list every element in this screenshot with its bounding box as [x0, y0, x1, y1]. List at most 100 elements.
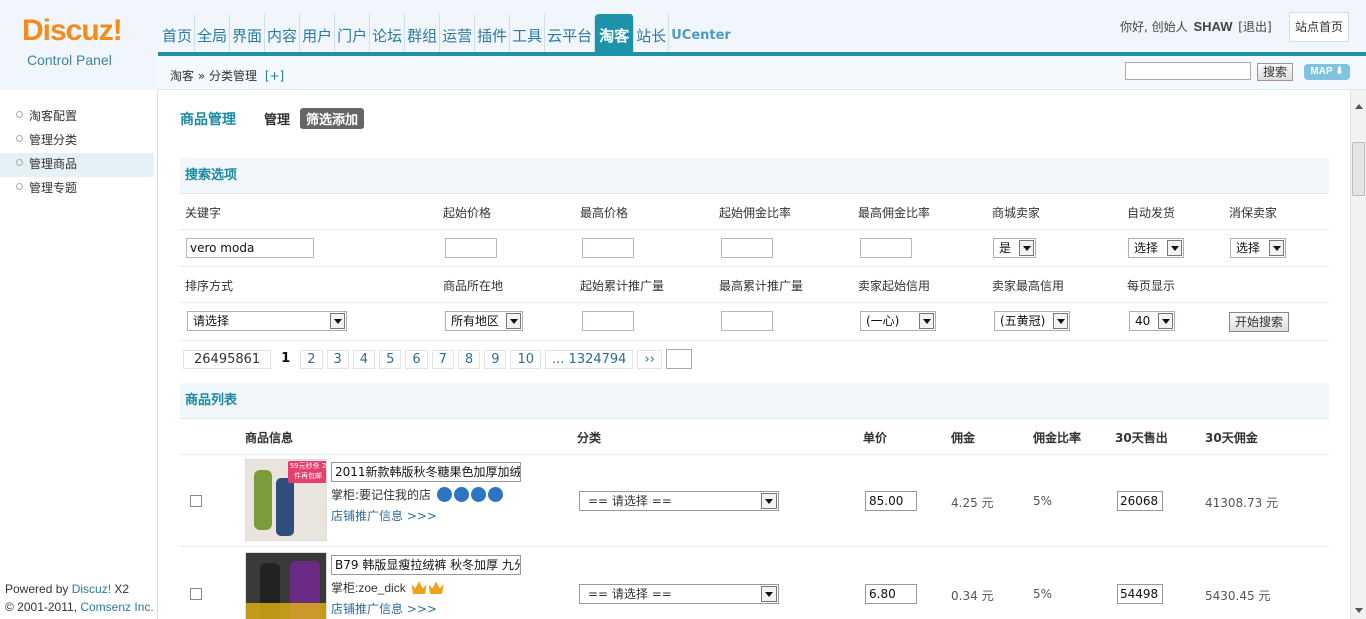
logout-link[interactable]: [退出]: [1238, 20, 1271, 34]
per-page-select[interactable]: 40: [1129, 311, 1175, 331]
category-select[interactable]: == 请选择 ==: [579, 491, 779, 511]
consumer-protect-select[interactable]: 选择: [1230, 238, 1286, 258]
category-value: == 请选择 ==: [588, 587, 672, 601]
mall-seller-select[interactable]: 是: [993, 238, 1036, 258]
nav-global[interactable]: 全局: [195, 14, 231, 52]
sidebar-item-taoke-config[interactable]: 淘客配置: [0, 105, 154, 129]
shop-promo-link[interactable]: 店铺推广信息 >>>: [331, 600, 437, 617]
filter-inputs-row-1: vero moda 是 选择 选择: [180, 230, 1329, 267]
col-30d-commission: 30天佣金: [1205, 431, 1258, 445]
site-home-button[interactable]: 站点首页: [1289, 12, 1349, 42]
chevron-down-icon: [761, 586, 777, 602]
min-price-input[interactable]: [445, 238, 497, 258]
sidebar-item-manage-topics[interactable]: 管理专题: [0, 177, 154, 201]
username: SHAW: [1193, 19, 1233, 34]
min-credit-select[interactable]: (一心): [860, 311, 936, 331]
sidebar-item-manage-products[interactable]: 管理商品: [0, 153, 154, 177]
page-last[interactable]: ... 1324794: [545, 349, 634, 369]
start-search-button[interactable]: 开始搜索: [1229, 312, 1289, 332]
min-promo-input[interactable]: [582, 311, 634, 331]
product-figure: [276, 478, 294, 536]
nav-webmaster[interactable]: 站长: [634, 14, 670, 52]
col-product-info: 商品信息: [245, 431, 294, 445]
nav-taoke[interactable]: 淘客: [595, 14, 635, 52]
tab-filter-add[interactable]: 筛选添加: [300, 108, 365, 129]
page-tabs: 商品管理 管理 筛选添加: [180, 108, 365, 129]
vertical-scrollbar[interactable]: [1350, 90, 1366, 619]
logo-subtitle: Control Panel: [27, 52, 112, 68]
page-link[interactable]: 9: [484, 349, 507, 369]
page-jump-input[interactable]: [665, 349, 692, 369]
label-max-promo: 最高累计推广量: [719, 279, 804, 293]
nav-users[interactable]: 用户: [300, 14, 336, 52]
chevron-down-icon: [1053, 313, 1068, 329]
shop-name: 掌柜:要记住我的店: [331, 488, 432, 502]
side-menu: 淘客配置 管理分类 管理商品 管理专题: [0, 105, 154, 201]
nav-interface[interactable]: 界面: [230, 14, 266, 52]
page-link[interactable]: 6: [405, 349, 428, 369]
add-shortcut-link[interactable]: [+]: [265, 69, 284, 83]
nav-portal[interactable]: 门户: [335, 14, 371, 52]
sidebar-item-manage-categories[interactable]: 管理分类: [0, 129, 154, 153]
col-30d-sold: 30天售出: [1115, 431, 1168, 445]
nav-plugins[interactable]: 插件: [475, 14, 511, 52]
search-input[interactable]: [1125, 62, 1251, 80]
page-link[interactable]: 4: [352, 349, 376, 369]
commission-rate-value: 5%: [1033, 494, 1053, 508]
nav-operations[interactable]: 运营: [440, 14, 476, 52]
row-checkbox[interactable]: [190, 588, 202, 600]
sidebar: 淘客配置 管理分类 管理商品 管理专题 Powered by Discuz! X…: [0, 90, 158, 619]
commission-value: 0.34 元: [951, 589, 994, 603]
page-link[interactable]: 5: [379, 349, 402, 369]
location-select[interactable]: 所有地区: [445, 311, 523, 331]
page-link[interactable]: 10: [510, 349, 542, 369]
page-link[interactable]: 2: [300, 349, 323, 369]
price-input[interactable]: 6.80: [865, 584, 917, 604]
max-credit-value: (五黄冠): [1000, 314, 1046, 328]
max-commission-rate-input[interactable]: [860, 238, 912, 258]
page-next[interactable]: ››: [637, 349, 662, 369]
product-title-input[interactable]: 2011新款韩版秋冬糖果色加厚加绒: [331, 462, 521, 482]
max-price-input[interactable]: [582, 238, 634, 258]
scroll-thumb[interactable]: [1352, 142, 1365, 196]
scroll-up-icon[interactable]: [1355, 104, 1363, 109]
map-button[interactable]: MAP ⬇: [1304, 64, 1350, 80]
nav-cloud[interactable]: 云平台: [545, 14, 596, 52]
powered-by: Powered by Discuz! X2 © 2001-2011, Comse…: [5, 580, 154, 616]
nav-forum[interactable]: 论坛: [370, 14, 406, 52]
nav-ucenter[interactable]: UCenter: [669, 14, 733, 52]
shop-promo-link[interactable]: 店铺推广信息 >>>: [331, 507, 437, 524]
sold-input[interactable]: 54498: [1117, 584, 1163, 604]
tab-manage[interactable]: 管理: [264, 109, 290, 128]
category-select[interactable]: == 请选择 ==: [579, 584, 779, 604]
max-credit-select[interactable]: (五黄冠): [994, 311, 1070, 331]
page-link[interactable]: 7: [431, 349, 454, 369]
row-checkbox[interactable]: [190, 495, 202, 507]
nav-groups[interactable]: 群组: [405, 14, 441, 52]
product-thumbnail[interactable]: 59元秒杀 2件再包邮: [245, 459, 327, 541]
discuz-link[interactable]: Discuz!: [72, 582, 111, 596]
chevron-down-icon: [1019, 240, 1034, 256]
keyword-input[interactable]: vero moda: [186, 238, 314, 258]
table-row: B79 韩版显瘦拉绒裤 秋冬加厚 九分 掌柜:zoe_dick 店铺推广信息 >…: [180, 548, 1329, 619]
product-thumbnail[interactable]: [245, 552, 327, 619]
shop-info: 掌柜:zoe_dick: [331, 579, 444, 596]
sort-select[interactable]: 请选择: [187, 311, 347, 331]
max-promo-input[interactable]: [721, 311, 773, 331]
product-title-input[interactable]: B79 韩版显瘦拉绒裤 秋冬加厚 九分: [331, 555, 521, 575]
auto-ship-select[interactable]: 选择: [1128, 238, 1184, 258]
comsenz-link[interactable]: Comsenz Inc.: [80, 600, 153, 614]
page-link[interactable]: 3: [326, 349, 349, 369]
nav-tools[interactable]: 工具: [510, 14, 546, 52]
nav-content[interactable]: 内容: [265, 14, 301, 52]
nav-home[interactable]: 首页: [160, 14, 196, 52]
logo[interactable]: Discuz! Control Panel: [0, 0, 158, 90]
sold-input[interactable]: 26068: [1117, 491, 1163, 511]
price-input[interactable]: 85.00: [865, 491, 917, 511]
search-button[interactable]: 搜索: [1257, 63, 1293, 81]
scroll-down-icon[interactable]: [1355, 608, 1363, 613]
page-link[interactable]: 8: [457, 349, 481, 369]
chevron-down-icon: [506, 313, 521, 329]
label-max-price: 最高价格: [580, 206, 629, 220]
min-commission-rate-input[interactable]: [721, 238, 773, 258]
